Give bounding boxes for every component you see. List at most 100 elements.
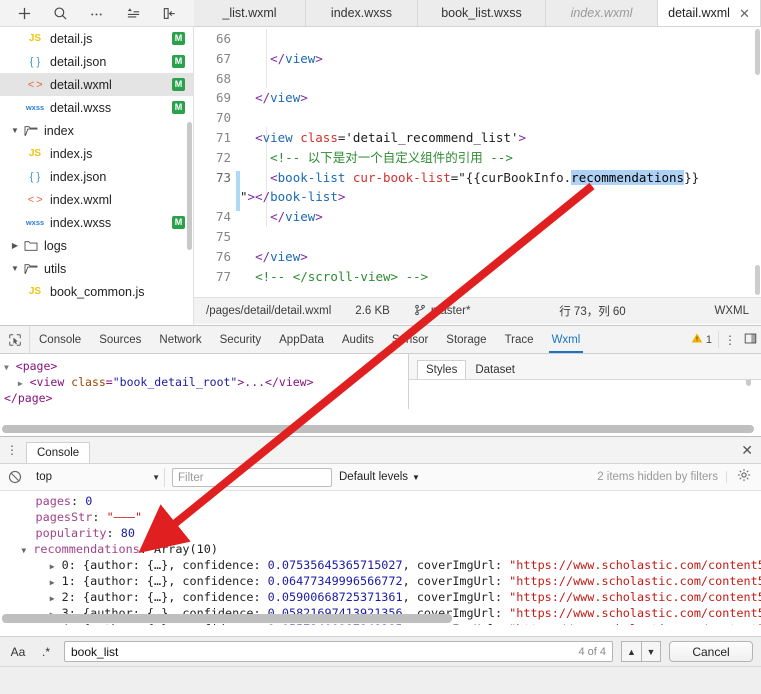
warning-count-badge[interactable]: 1	[685, 331, 719, 347]
log-levels-label: Default levels	[339, 471, 408, 483]
file-tree-scrollbar[interactable]	[187, 122, 192, 250]
file-tree-item-book_common-js[interactable]: JSbook_common.js	[0, 280, 193, 303]
expand-arrow-icon[interactable]: ▶	[50, 594, 55, 603]
console-log-line[interactable]: pagesStr: "———"	[0, 509, 761, 525]
drawer-tab-bar[interactable]: ⋮ Console ✕	[0, 437, 761, 464]
devtools-tab-console[interactable]: Console	[30, 326, 90, 353]
status-language[interactable]: WXML	[703, 305, 761, 317]
find-cancel-button[interactable]: Cancel	[669, 641, 753, 662]
regex-button[interactable]: .*	[36, 645, 56, 659]
add-icon[interactable]	[13, 3, 35, 23]
file-tree-item-index-wxml[interactable]: < >index.wxml	[0, 188, 193, 211]
devtools-tab-sources[interactable]: Sources	[90, 326, 150, 353]
match-case-button[interactable]: Aa	[8, 645, 28, 659]
console-settings-gear-icon[interactable]	[734, 468, 754, 487]
file-tree[interactable]: JSdetail.jsM{ }detail.jsonM< >detail.wxm…	[0, 27, 194, 325]
devtools-tab-audits[interactable]: Audits	[333, 326, 383, 353]
styles-pane-tabs[interactable]: Styles Dataset	[409, 354, 761, 380]
expand-arrow-icon[interactable]: ▶	[18, 379, 23, 388]
console-log-output[interactable]: pages: 0 pagesStr: "———" popularity: 80 …	[0, 491, 761, 625]
devtools-tab-network[interactable]: Network	[150, 326, 210, 353]
editor-tab-bar[interactable]: _list.wxmlindex.wxssbook_list.wxssindex.…	[194, 0, 761, 27]
execution-context-value: top	[36, 471, 52, 483]
wxml-node-page[interactable]: ▼ <page>	[4, 358, 408, 374]
file-tree-item-logs[interactable]: ▶logs	[0, 234, 193, 257]
console-log-line[interactable]: popularity: 80	[0, 525, 761, 541]
editor-tab-book-list-wxss[interactable]: book_list.wxss	[418, 0, 546, 26]
tab-console[interactable]: Console	[26, 442, 90, 463]
file-tree-item-index[interactable]: ▼index	[0, 119, 193, 142]
drawer-more-icon[interactable]: ⋮	[0, 443, 24, 457]
close-tab-icon[interactable]: ✕	[739, 7, 750, 20]
console-filter-input[interactable]: Filter	[172, 468, 332, 487]
execution-context-select[interactable]: top ▼	[30, 468, 165, 487]
code-line	[240, 69, 761, 89]
devtools-tab-appdata[interactable]: AppData	[270, 326, 333, 353]
devtools-tab-security[interactable]: Security	[211, 326, 271, 353]
console-log-line[interactable]: ▶ 0: {author: {…}, confidence: 0.0753564…	[0, 557, 761, 573]
console-log-line[interactable]: ▶ 2: {author: {…}, confidence: 0.0590066…	[0, 589, 761, 605]
editor-scrollbar[interactable]	[755, 29, 760, 75]
file-tree-item-detail-wxss[interactable]: wxssdetail.wxssM	[0, 96, 193, 119]
search-icon[interactable]	[50, 3, 72, 23]
line-number-71: 71	[194, 128, 240, 148]
devtools-more-icon[interactable]: ⋮	[721, 333, 739, 347]
expand-arrow-icon[interactable]: ▼	[4, 363, 9, 372]
console-log-line[interactable]: pages: 0	[0, 493, 761, 509]
devtools-tab-storage[interactable]: Storage	[437, 326, 495, 353]
find-bar: Aa .* book_list 4 of 4 ▲ ▼ Cancel	[0, 636, 761, 666]
collapse-panel-icon[interactable]	[159, 3, 181, 23]
file-tree-item-index-wxss[interactable]: wxssindex.wxssM	[0, 211, 193, 234]
devtools-tab-wxml[interactable]: Wxml	[543, 326, 590, 353]
expand-arrow-icon[interactable]: ▼	[21, 546, 26, 555]
wxss-file-icon: wxss	[24, 218, 46, 227]
file-tree-item-detail-js[interactable]: JSdetail.jsM	[0, 27, 193, 50]
wxml-tree-view[interactable]: ▼ <page> ▶ <view class="book_detail_root…	[0, 354, 408, 409]
find-next-button[interactable]: ▼	[641, 641, 661, 662]
find-input-value: book_list	[71, 645, 118, 659]
chevron-down-icon[interactable]: ▼	[8, 126, 22, 135]
chevron-right-icon[interactable]: ▶	[8, 241, 22, 250]
tab-dataset[interactable]: Dataset	[466, 360, 524, 379]
dock-side-icon[interactable]	[741, 332, 759, 348]
file-tree-item-index-json[interactable]: { }index.json	[0, 165, 193, 188]
devtools-tab-sensor[interactable]: Sensor	[383, 326, 437, 353]
tab-styles[interactable]: Styles	[417, 360, 466, 379]
console-log-line[interactable]: ▶ 1: {author: {…}, confidence: 0.0647734…	[0, 573, 761, 589]
console-key: pagesStr	[36, 510, 93, 524]
code-text[interactable]: </view> </view> <view class='detail_reco…	[240, 27, 761, 297]
console-url-value: "https://www.scholastic.com/content5/med…	[509, 606, 761, 620]
code-editor[interactable]: 666768697071727374757677 </view> </view>…	[194, 27, 761, 297]
console-horizontal-scrollbar[interactable]	[2, 614, 452, 623]
file-tree-item-detail-wxml[interactable]: < >detail.wxmlM	[0, 73, 193, 96]
devtools-tab-bar[interactable]: ConsoleSourcesNetworkSecurityAppDataAudi…	[0, 326, 761, 354]
expand-arrow-icon[interactable]: ▶	[50, 578, 55, 587]
editor-scrollbar-lower[interactable]	[755, 265, 760, 295]
chevron-down-icon[interactable]: ▼	[8, 264, 22, 273]
clear-console-icon[interactable]	[7, 469, 23, 485]
editor-status-bar: /pages/detail/detail.wxml 2.6 KB master*…	[194, 297, 761, 324]
file-tree-item-detail-json[interactable]: { }detail.jsonM	[0, 50, 193, 73]
devtools-tab-trace[interactable]: Trace	[496, 326, 543, 353]
editor-tab-index-wxss[interactable]: index.wxss	[306, 0, 418, 26]
wxml-node-view[interactable]: ▶ <view class="book_detail_root">...</vi…	[4, 374, 408, 390]
find-input-wrapper[interactable]: book_list 4 of 4	[64, 641, 613, 662]
file-tree-item-index-js[interactable]: JSindex.js	[0, 142, 193, 165]
find-previous-button[interactable]: ▲	[621, 641, 641, 662]
editor-tab-index-wxml[interactable]: index.wxml	[546, 0, 658, 26]
file-tree-item-utils[interactable]: ▼utils	[0, 257, 193, 280]
devtools-horizontal-scrollbar[interactable]	[2, 425, 754, 433]
sort-icon[interactable]	[122, 3, 144, 23]
drawer-close-icon[interactable]: ✕	[741, 442, 761, 459]
editor-tab--list-wxml[interactable]: _list.wxml	[194, 0, 306, 26]
editor-tab-detail-wxml[interactable]: detail.wxml✕	[658, 0, 761, 26]
log-levels-select[interactable]: Default levels ▼	[339, 471, 420, 483]
console-value: 0	[85, 494, 92, 508]
console-log-line[interactable]: ▼ recommendations: Array(10)	[0, 541, 761, 557]
more-icon[interactable]	[86, 3, 108, 23]
status-branch[interactable]: master*	[402, 304, 483, 319]
expand-arrow-icon[interactable]: ▶	[50, 562, 55, 571]
status-file-path[interactable]: /pages/detail/detail.wxml	[194, 305, 343, 317]
code-line: </view>	[240, 49, 761, 69]
inspect-element-icon[interactable]	[0, 326, 30, 353]
